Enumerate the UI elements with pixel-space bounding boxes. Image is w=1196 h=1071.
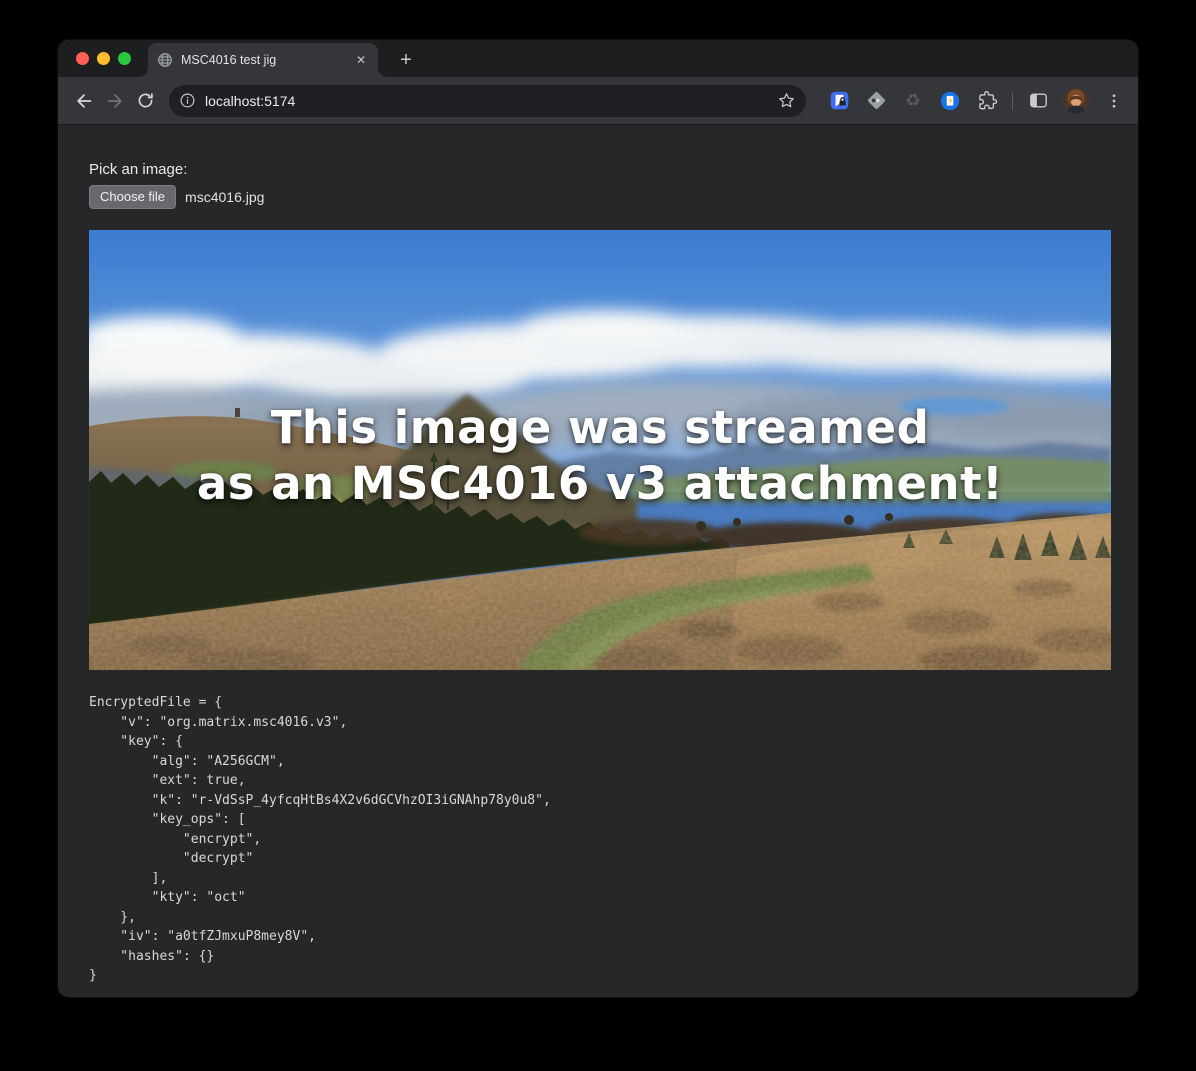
extensions-puzzle-icon[interactable] [975, 89, 999, 113]
tab-strip: MSC4016 test jig ✕ + [58, 40, 1138, 77]
bookmark-star-icon[interactable] [777, 91, 796, 110]
choose-file-button[interactable]: Choose file [89, 185, 176, 209]
globe-favicon-icon [157, 52, 173, 68]
side-panel-button[interactable] [1026, 89, 1050, 113]
web-page: Pick an image: Choose file msc4016.jpg [58, 125, 1138, 997]
forward-button[interactable] [99, 85, 130, 116]
code-line: "key": { [89, 732, 1138, 752]
password-manager-extension-icon[interactable] [827, 89, 851, 113]
tab-title: MSC4016 test jig [181, 53, 352, 67]
extensions-row: ♻ [827, 88, 1128, 114]
browser-toolbar: localhost:5174 [58, 77, 1138, 125]
recycle-extension-icon[interactable]: ♻ [901, 89, 925, 113]
selected-file-name: msc4016.jpg [185, 189, 264, 205]
code-line: ], [89, 869, 1138, 889]
url-text[interactable]: localhost:5174 [205, 93, 777, 109]
streamed-image: This image was streamed as an MSC4016 v3… [89, 230, 1111, 670]
forward-arrow-icon [104, 90, 126, 112]
encrypted-file-code-block: EncryptedFile = { "v": "org.matrix.msc40… [89, 693, 1138, 986]
pick-image-label: Pick an image: [89, 161, 1138, 178]
code-line: "ext": true, [89, 771, 1138, 791]
code-line: } [89, 966, 1138, 986]
back-button[interactable] [68, 85, 99, 116]
traffic-lights [76, 52, 131, 65]
code-line: EncryptedFile = { [89, 693, 1138, 713]
site-info-icon[interactable] [179, 92, 196, 109]
code-line: "key_ops": [ [89, 810, 1138, 830]
close-window-button[interactable] [76, 52, 89, 65]
zoom-window-button[interactable] [118, 52, 131, 65]
browser-window: MSC4016 test jig ✕ + loc [58, 40, 1138, 997]
reload-button[interactable] [130, 85, 161, 116]
code-line: }, [89, 908, 1138, 928]
address-bar[interactable]: localhost:5174 [169, 85, 806, 117]
minimize-window-button[interactable] [97, 52, 110, 65]
docs-offline-extension-icon[interactable] [938, 89, 962, 113]
caption-line-1: This image was streamed [89, 400, 1111, 456]
code-line: "kty": "oct" [89, 888, 1138, 908]
code-line: "alg": "A256GCM", [89, 752, 1138, 772]
code-line: "iv": "a0tfZJmxuP8mey8V", [89, 927, 1138, 947]
caption-line-2: as an MSC4016 v3 attachment! [89, 456, 1111, 512]
toolbar-separator [1012, 92, 1013, 110]
file-input: Choose file msc4016.jpg [89, 185, 1138, 209]
browser-tab[interactable]: MSC4016 test jig ✕ [148, 43, 378, 77]
code-line: "k": "r-VdSsP_4yfcqHtBs4X2v6dGCVhzOI3iGN… [89, 791, 1138, 811]
kebab-menu-icon [1105, 92, 1123, 110]
diamond-extension-icon[interactable] [864, 89, 888, 113]
code-line: "decrypt" [89, 849, 1138, 869]
image-overlay-caption: This image was streamed as an MSC4016 v3… [89, 400, 1111, 512]
reload-icon [135, 90, 156, 111]
new-tab-button[interactable]: + [392, 46, 420, 74]
tab-close-icon[interactable]: ✕ [352, 51, 370, 69]
browser-menu-button[interactable] [1102, 89, 1126, 113]
code-line: "hashes": {} [89, 947, 1138, 967]
profile-avatar[interactable] [1063, 88, 1089, 114]
code-line: "v": "org.matrix.msc4016.v3", [89, 713, 1138, 733]
code-line: "encrypt", [89, 830, 1138, 850]
back-arrow-icon [73, 90, 95, 112]
